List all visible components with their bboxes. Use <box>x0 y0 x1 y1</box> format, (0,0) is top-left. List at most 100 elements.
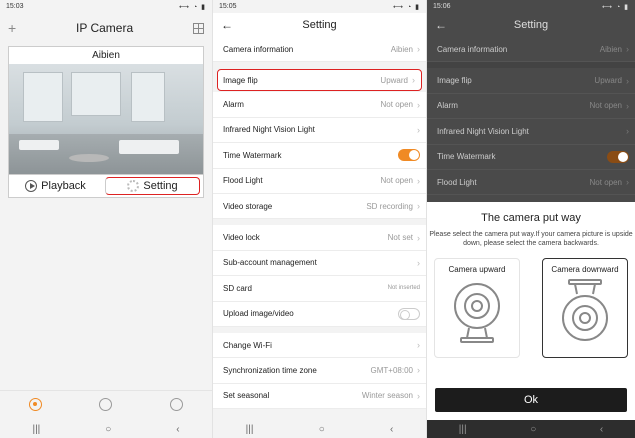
status-icons: ⟷ ◔ ▮ <box>392 3 420 11</box>
playback-label: Playback <box>41 180 86 192</box>
setting-button[interactable]: Setting <box>105 177 200 195</box>
status-icons: ⟷ ◔ ▮ <box>601 3 629 11</box>
setting-label: Setting <box>143 180 178 192</box>
header: ← Setting <box>427 13 635 37</box>
row-value: Not open <box>380 176 413 186</box>
message-tab-icon[interactable] <box>99 398 113 411</box>
row-alarm[interactable]: Alarm Not open › <box>213 92 426 118</box>
row-time-watermark[interactable]: Time Watermark <box>213 143 426 169</box>
option-label: Camera upward <box>448 265 506 275</box>
camera-downward-icon <box>562 279 608 342</box>
playback-button[interactable]: Playback <box>9 175 102 197</box>
row-time-zone[interactable]: Synchronization time zone GMT+08:00 › <box>213 358 426 384</box>
row-flood-light: Flood Light Not open › <box>427 169 635 196</box>
row-label: Upload image/video <box>223 309 294 319</box>
row-flood-light[interactable]: Flood Light Not open › <box>213 168 426 194</box>
window <box>71 72 121 116</box>
home-icon[interactable]: ○ <box>105 424 111 435</box>
camera-preview[interactable] <box>9 64 203 174</box>
settings-list: Camera information Aibien › Image flip U… <box>213 37 426 410</box>
grid-view-icon[interactable] <box>192 22 204 34</box>
row-infrared-light: Infrared Night Vision Light › <box>427 119 635 145</box>
header: ← Setting <box>213 13 426 37</box>
camera-upward-option[interactable]: Camera upward <box>434 258 520 359</box>
camera-card[interactable]: Aibien Playback Setting <box>8 46 204 198</box>
camera-downward-option[interactable]: Camera downward <box>542 258 628 359</box>
row-image-flip: Image flip Upward › <box>427 68 635 94</box>
chevron-right-icon: › <box>626 44 629 55</box>
row-value: Winter season <box>361 391 413 401</box>
system-nav-bar: ||| ○ ‹ <box>0 420 212 438</box>
row-sd-card[interactable]: SD card Not inserted <box>213 276 426 302</box>
row-infrared-light[interactable]: Infrared Night Vision Light › <box>213 117 426 144</box>
put-way-dialog: The camera put way Please select the cam… <box>427 202 635 438</box>
home-icon[interactable]: ○ <box>530 424 536 435</box>
row-label: Image flip <box>223 75 258 85</box>
chevron-right-icon: › <box>417 201 420 212</box>
status-icons: ⟷ ◔ ▮ <box>178 3 206 11</box>
chevron-right-icon: › <box>417 257 420 268</box>
time-watermark-toggle[interactable] <box>398 149 420 162</box>
recents-icon[interactable]: ||| <box>459 424 467 435</box>
time-watermark-toggle <box>607 150 629 163</box>
status-bar: 15:05 ⟷ ◔ ▮ <box>213 0 426 13</box>
back-icon[interactable]: ‹ <box>600 424 603 435</box>
camera-put-way-screen: 15:06 ⟷ ◔ ▮ ← Setting Camera information… <box>427 0 635 438</box>
recents-icon[interactable]: ||| <box>32 424 40 435</box>
upload-toggle[interactable] <box>398 307 420 320</box>
recents-icon[interactable]: ||| <box>246 424 254 435</box>
option-group: Camera upward Camera downward <box>427 258 635 359</box>
back-arrow-icon[interactable]: ← <box>221 18 241 32</box>
row-value: GMT+08:00 <box>370 365 413 375</box>
option-label: Camera downward <box>551 265 619 275</box>
home-icon[interactable]: ○ <box>319 424 325 435</box>
gear-icon <box>127 180 140 192</box>
row-change-wifi[interactable]: Change Wi-Fi › <box>213 332 426 359</box>
profile-tab-icon[interactable] <box>170 398 184 411</box>
camera-upward-icon <box>454 283 500 344</box>
row-seasonal[interactable]: Set seasonal Winter season › <box>213 383 426 410</box>
row-label: Synchronization time zone <box>223 365 317 375</box>
row-time-watermark: Time Watermark <box>427 144 635 170</box>
back-icon[interactable]: ‹ <box>176 424 179 435</box>
chairs <box>19 140 59 150</box>
row-value: SD recording <box>366 201 413 211</box>
row-image-flip[interactable]: Image flip Upward › <box>217 69 422 92</box>
settings-screen: 15:05 ⟷ ◔ ▮ ← Setting Camera information… <box>213 0 427 438</box>
row-value: Aibien <box>390 44 413 54</box>
chevron-right-icon: › <box>626 100 629 111</box>
ok-button[interactable]: Ok <box>435 388 627 412</box>
chevron-right-icon: › <box>417 124 420 135</box>
table <box>69 154 109 162</box>
header: + IP Camera <box>0 13 212 43</box>
settings-list-dimmed: Camera information Aibien › Image flip U… <box>427 37 635 196</box>
dialog-description: Please select the camera put way.If your… <box>429 231 633 248</box>
window <box>131 72 165 122</box>
row-upload[interactable]: Upload image/video <box>213 301 426 327</box>
page-title: Setting <box>513 19 549 31</box>
row-label: Camera information <box>223 44 294 54</box>
add-icon[interactable]: + <box>8 20 16 36</box>
row-label: Alarm <box>437 101 458 111</box>
row-video-storage[interactable]: Video storage SD recording › <box>213 193 426 220</box>
chevron-right-icon: › <box>626 126 629 137</box>
back-arrow-icon[interactable]: ← <box>435 18 455 32</box>
row-sub-account[interactable]: Sub-account management › <box>213 250 426 277</box>
row-camera-information[interactable]: Camera information Aibien › <box>213 37 426 63</box>
row-video-lock[interactable]: Video lock Not set › <box>213 225 426 251</box>
back-icon[interactable]: ‹ <box>390 424 393 435</box>
system-nav-bar: ||| ○ ‹ <box>213 420 426 438</box>
row-alarm: Alarm Not open › <box>427 93 635 120</box>
row-label: Set seasonal <box>223 391 270 401</box>
chevron-right-icon: › <box>417 365 420 376</box>
row-label: SD card <box>223 283 252 293</box>
row-label: Alarm <box>223 100 244 110</box>
chevron-right-icon: › <box>417 99 420 110</box>
dialog-title: The camera put way <box>481 212 581 224</box>
row-value: Upward <box>380 75 408 85</box>
camera-tab-icon[interactable] <box>28 398 42 411</box>
status-time: 15:03 <box>6 3 24 10</box>
row-label: Video storage <box>223 201 273 211</box>
chevron-right-icon: › <box>626 75 629 86</box>
row-label: Image flip <box>437 76 472 86</box>
